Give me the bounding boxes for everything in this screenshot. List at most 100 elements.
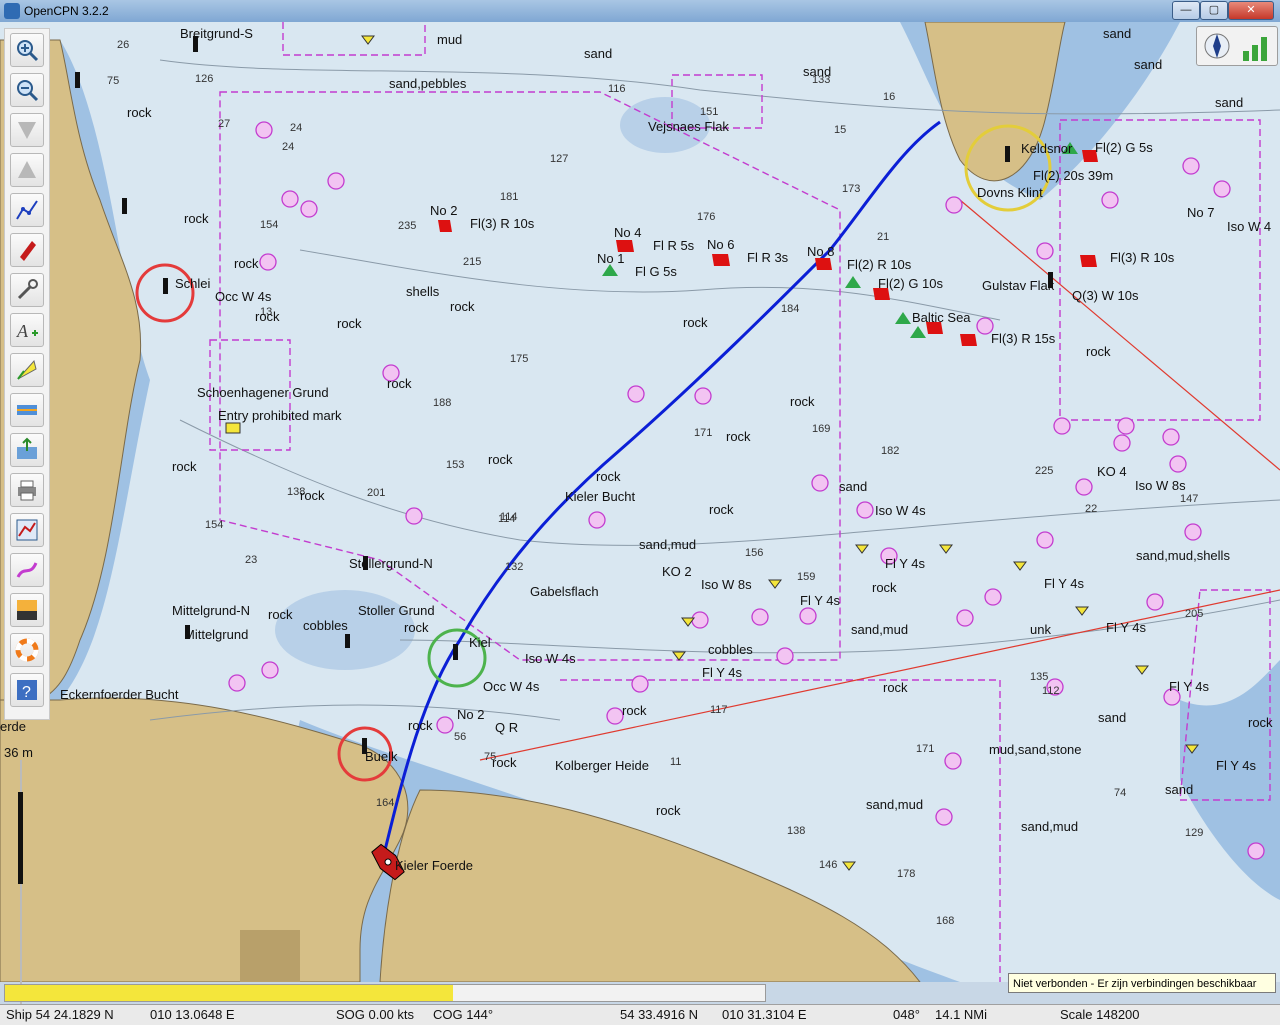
zoom-out-icon	[17, 80, 39, 102]
svg-text:168: 168	[936, 915, 954, 927]
svg-text:117: 117	[710, 704, 728, 716]
svg-text:112: 112	[1042, 685, 1060, 697]
svg-text:171: 171	[694, 427, 712, 439]
zoom-out-button[interactable]	[10, 73, 44, 107]
svg-text:15: 15	[834, 124, 846, 136]
svg-text:sand: sand	[584, 46, 612, 61]
svg-text:27: 27	[218, 118, 230, 130]
minimize-button[interactable]: —	[1172, 1, 1200, 20]
mob-button[interactable]	[10, 633, 44, 667]
cursor-distance: 14.1 NMi	[935, 1007, 988, 1022]
svg-text:rock: rock	[683, 315, 708, 330]
svg-text:sand: sand	[839, 479, 867, 494]
svg-text:138: 138	[787, 825, 805, 837]
svg-text:Q(3) W 10s: Q(3) W 10s	[1072, 288, 1139, 303]
text-toggle-button[interactable]: A	[10, 313, 44, 347]
svg-text:rock: rock	[622, 703, 647, 718]
svg-text:Fl(2) G 10s: Fl(2) G 10s	[878, 276, 944, 291]
svg-text:Occ W 4s: Occ W 4s	[483, 679, 540, 694]
svg-text:rock: rock	[450, 299, 475, 314]
svg-text:114: 114	[500, 511, 518, 523]
auto-follow-button[interactable]	[10, 233, 44, 267]
svg-text:Iso W 8s: Iso W 8s	[701, 577, 752, 592]
cursor-bearing: 048°	[893, 1007, 920, 1022]
svg-text:129: 129	[1185, 827, 1203, 839]
tracks-button[interactable]	[10, 433, 44, 467]
compass-widget[interactable]	[1196, 26, 1278, 66]
close-button[interactable]: ✕	[1228, 1, 1274, 20]
title-bar: OpenCPN 3.2.2 — ▢ ✕	[0, 0, 1280, 23]
svg-text:Fl R 5s: Fl R 5s	[653, 238, 695, 253]
scale-up-button[interactable]	[10, 153, 44, 187]
svg-text:Fl(2) R 10s: Fl(2) R 10s	[847, 257, 912, 272]
svg-text:164: 164	[376, 797, 394, 809]
svg-text:Fl(3) R 15s: Fl(3) R 15s	[991, 331, 1056, 346]
svg-text:16: 16	[883, 91, 895, 103]
svg-text:176: 176	[697, 211, 715, 223]
route-manager-button[interactable]	[10, 513, 44, 547]
svg-text:sand: sand	[1103, 26, 1131, 41]
svg-text:159: 159	[797, 571, 815, 583]
svg-text:156: 156	[745, 547, 763, 559]
main-toolbar: A ?	[4, 28, 50, 720]
svg-text:Fl Y 4s: Fl Y 4s	[800, 593, 840, 608]
svg-text:sand,mud: sand,mud	[639, 537, 696, 552]
svg-text:mud: mud	[437, 32, 462, 47]
zoom-in-button[interactable]	[10, 33, 44, 67]
svg-text:rock: rock	[127, 105, 152, 120]
svg-text:75: 75	[107, 75, 119, 87]
left-depth-label: 36 m	[4, 745, 33, 760]
svg-text:sand,mud: sand,mud	[1021, 819, 1078, 834]
svg-text:rock: rock	[656, 803, 681, 818]
help-button[interactable]: ?	[10, 673, 44, 707]
svg-text:132: 132	[505, 561, 523, 573]
svg-text:Stoller Grund: Stoller Grund	[358, 603, 435, 618]
svg-text:151: 151	[700, 106, 718, 118]
ship-latitude: Ship 54 24.1829 N	[6, 1007, 114, 1022]
svg-text:Q R: Q R	[495, 720, 518, 735]
svg-text:No 2: No 2	[457, 707, 484, 722]
options-button[interactable]	[10, 273, 44, 307]
wrench-icon	[17, 279, 38, 300]
track-record-button[interactable]	[10, 553, 44, 587]
layers-icon	[17, 437, 37, 459]
print-button[interactable]	[10, 473, 44, 507]
ais-button[interactable]	[10, 393, 44, 427]
cursor-latitude: 54 33.4916 N	[620, 1007, 699, 1022]
svg-text:rock: rock	[492, 755, 517, 770]
svg-text:23: 23	[245, 554, 257, 566]
current-tide-button[interactable]	[10, 353, 44, 387]
svg-text:rock: rock	[726, 429, 751, 444]
printer-icon	[18, 480, 36, 501]
svg-text:181: 181	[500, 191, 518, 203]
svg-text:146: 146	[819, 859, 837, 871]
nautical-chart[interactable]: 2675 126 242724 116151133 1615127 1811761…	[0, 22, 1280, 982]
funnel-down-icon	[18, 122, 36, 139]
svg-text:225: 225	[1035, 465, 1053, 477]
tide-icon	[17, 359, 37, 380]
track-icon	[16, 562, 38, 578]
svg-text:sand: sand	[1098, 710, 1126, 725]
svg-text:KO 2: KO 2	[662, 564, 692, 579]
svg-text:No 2: No 2	[430, 203, 457, 218]
route-button[interactable]	[10, 193, 44, 227]
chart-canvas[interactable]: 26 75 126 24 27 24 116 151 133 16 15 127 181 176 1…	[0, 22, 1280, 982]
restore-button[interactable]: ▢	[1200, 1, 1228, 20]
svg-text:rock: rock	[268, 607, 293, 622]
svg-text:Entry prohibited mark: Entry prohibited mark	[218, 408, 342, 423]
svg-text:127: 127	[550, 153, 568, 165]
svg-text:No 6: No 6	[707, 237, 734, 252]
svg-text:No 8: No 8	[807, 244, 834, 259]
course-over-ground: COG 144°	[433, 1007, 494, 1022]
svg-text:56: 56	[454, 731, 466, 743]
color-scheme-button[interactable]	[10, 593, 44, 627]
svg-text:rock: rock	[1086, 344, 1111, 359]
svg-text:Kolberger Heide: Kolberger Heide	[555, 758, 649, 773]
scale-down-button[interactable]	[10, 113, 44, 147]
svg-text:Schoenhagener Grund: Schoenhagener Grund	[197, 385, 329, 400]
svg-text:rock: rock	[790, 394, 815, 409]
svg-text:No 1: No 1	[597, 251, 624, 266]
funnel-up-icon	[18, 161, 36, 178]
svg-text:153: 153	[446, 459, 464, 471]
ship-icon	[20, 241, 36, 261]
